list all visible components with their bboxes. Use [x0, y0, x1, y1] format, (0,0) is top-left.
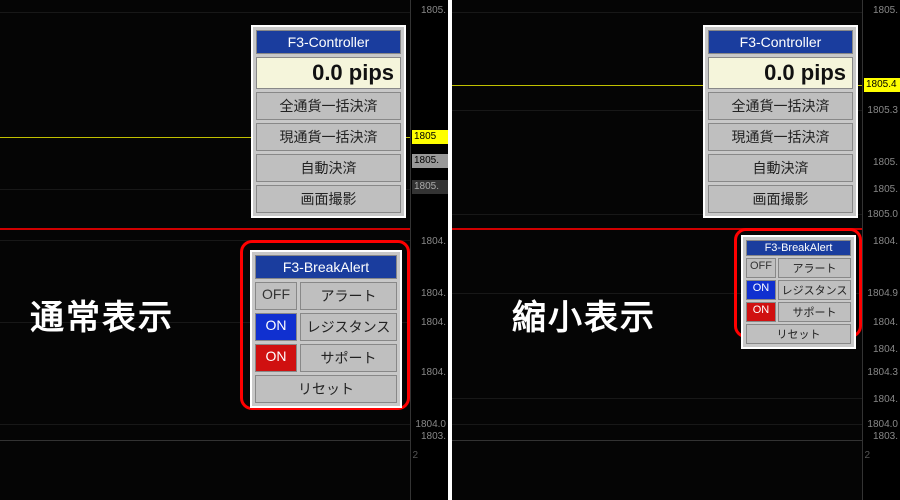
breakalert-row-reset: リセット: [746, 324, 851, 344]
label-alert[interactable]: アラート: [300, 282, 397, 310]
axis-sub-num: 2: [864, 450, 870, 461]
price-axis: 1805. 1805.3 1805. 1805. 1805.0 1804. 18…: [862, 0, 900, 500]
axis-tick: 1804.: [873, 318, 898, 328]
caption-compact: 縮小表示: [512, 290, 656, 339]
label-alert[interactable]: アラート: [778, 258, 851, 278]
breakalert-row-support: ON サポート: [255, 344, 397, 372]
caption-normal: 通常表示: [30, 290, 174, 339]
price-tag-dark: 1805.: [412, 180, 448, 194]
breakalert-title: F3-BreakAlert: [255, 255, 397, 279]
pips-display: 0.0 pips: [708, 57, 853, 89]
screenshot-button[interactable]: 画面撮影: [708, 185, 853, 213]
controller-window: F3-Controller 0.0 pips 全通貨一括決済 現通貨一括決済 自…: [251, 25, 406, 218]
toggle-resistance[interactable]: ON: [746, 280, 776, 300]
label-resistance[interactable]: レジスタンス: [778, 280, 851, 300]
breakalert-row-reset: リセット: [255, 375, 397, 403]
axis-tick: 1803.: [873, 432, 898, 442]
breakalert-row-alert: OFF アラート: [255, 282, 397, 310]
grid-line: [0, 424, 410, 425]
breakalert-window: F3-BreakAlert OFF アラート ON レジスタンス ON サポート…: [250, 250, 402, 408]
label-resistance[interactable]: レジスタンス: [300, 313, 397, 341]
axis-tick: 1805.: [873, 6, 898, 16]
grid-line: [452, 398, 862, 399]
panel-compact: 1805. 1805.3 1805. 1805. 1805.0 1804. 18…: [452, 0, 900, 500]
breakalert-title: F3-BreakAlert: [746, 240, 851, 256]
panel-normal: 1805. 1805. 1805. 1804. 1804. 1804. 1804…: [0, 0, 448, 500]
price-line-red: [0, 228, 410, 230]
close-current-button[interactable]: 現通貨一括決済: [256, 123, 401, 151]
controller-window: F3-Controller 0.0 pips 全通貨一括決済 現通貨一括決済 自…: [703, 25, 858, 218]
axis-tick: 1804.0: [867, 420, 898, 430]
grid-line: [452, 424, 862, 425]
sub-panel: [0, 440, 410, 500]
price-tag-yellow: 1805.4: [864, 78, 900, 92]
sub-panel: [452, 440, 862, 500]
price-tag-yellow: 1805: [412, 130, 448, 144]
axis-tick: 1804.: [873, 345, 898, 355]
label-support[interactable]: サポート: [300, 344, 397, 372]
axis-tick: 1804.: [421, 318, 446, 328]
grid-line: [0, 12, 410, 13]
breakalert-window-compact: F3-BreakAlert OFF アラート ON レジスタンス ON サポート…: [741, 235, 856, 349]
label-support[interactable]: サポート: [778, 302, 851, 322]
axis-tick: 1805.: [873, 185, 898, 195]
breakalert-row-resistance: ON レジスタンス: [255, 313, 397, 341]
price-axis: 1805. 1805. 1805. 1804. 1804. 1804. 1804…: [410, 0, 448, 500]
reset-button[interactable]: リセット: [746, 324, 851, 344]
pips-display: 0.0 pips: [256, 57, 401, 89]
close-all-button[interactable]: 全通貨一括決済: [256, 92, 401, 120]
grid-line: [452, 12, 862, 13]
axis-tick: 1805.: [873, 158, 898, 168]
axis-tick: 1804.: [873, 395, 898, 405]
toggle-alert[interactable]: OFF: [255, 282, 297, 310]
grid-line: [0, 240, 410, 241]
toggle-support[interactable]: ON: [746, 302, 776, 322]
breakalert-row-alert: OFF アラート: [746, 258, 851, 278]
controller-title: F3-Controller: [256, 30, 401, 54]
axis-tick: 1804.: [421, 237, 446, 247]
breakalert-row-resistance: ON レジスタンス: [746, 280, 851, 300]
auto-close-button[interactable]: 自動決済: [256, 154, 401, 182]
axis-tick: 1804.: [421, 368, 446, 378]
toggle-resistance[interactable]: ON: [255, 313, 297, 341]
close-all-button[interactable]: 全通貨一括決済: [708, 92, 853, 120]
price-tag-gray: 1805.: [412, 154, 448, 168]
reset-button[interactable]: リセット: [255, 375, 397, 403]
axis-tick: 1804.0: [415, 420, 446, 430]
axis-sub-num: 2: [412, 450, 418, 461]
axis-tick: 1804.: [873, 237, 898, 247]
axis-tick: 1805.: [421, 6, 446, 16]
controller-title: F3-Controller: [708, 30, 853, 54]
breakalert-row-support: ON サポート: [746, 302, 851, 322]
toggle-alert[interactable]: OFF: [746, 258, 776, 278]
axis-tick: 1805.0: [867, 210, 898, 220]
close-current-button[interactable]: 現通貨一括決済: [708, 123, 853, 151]
axis-tick: 1804.3: [867, 368, 898, 378]
axis-tick: 1804.: [421, 289, 446, 299]
axis-tick: 1803.: [421, 432, 446, 442]
price-line-red: [452, 228, 862, 230]
screenshot-button[interactable]: 画面撮影: [256, 185, 401, 213]
toggle-support[interactable]: ON: [255, 344, 297, 372]
auto-close-button[interactable]: 自動決済: [708, 154, 853, 182]
axis-tick: 1805.3: [867, 106, 898, 116]
axis-tick: 1804.9: [867, 289, 898, 299]
